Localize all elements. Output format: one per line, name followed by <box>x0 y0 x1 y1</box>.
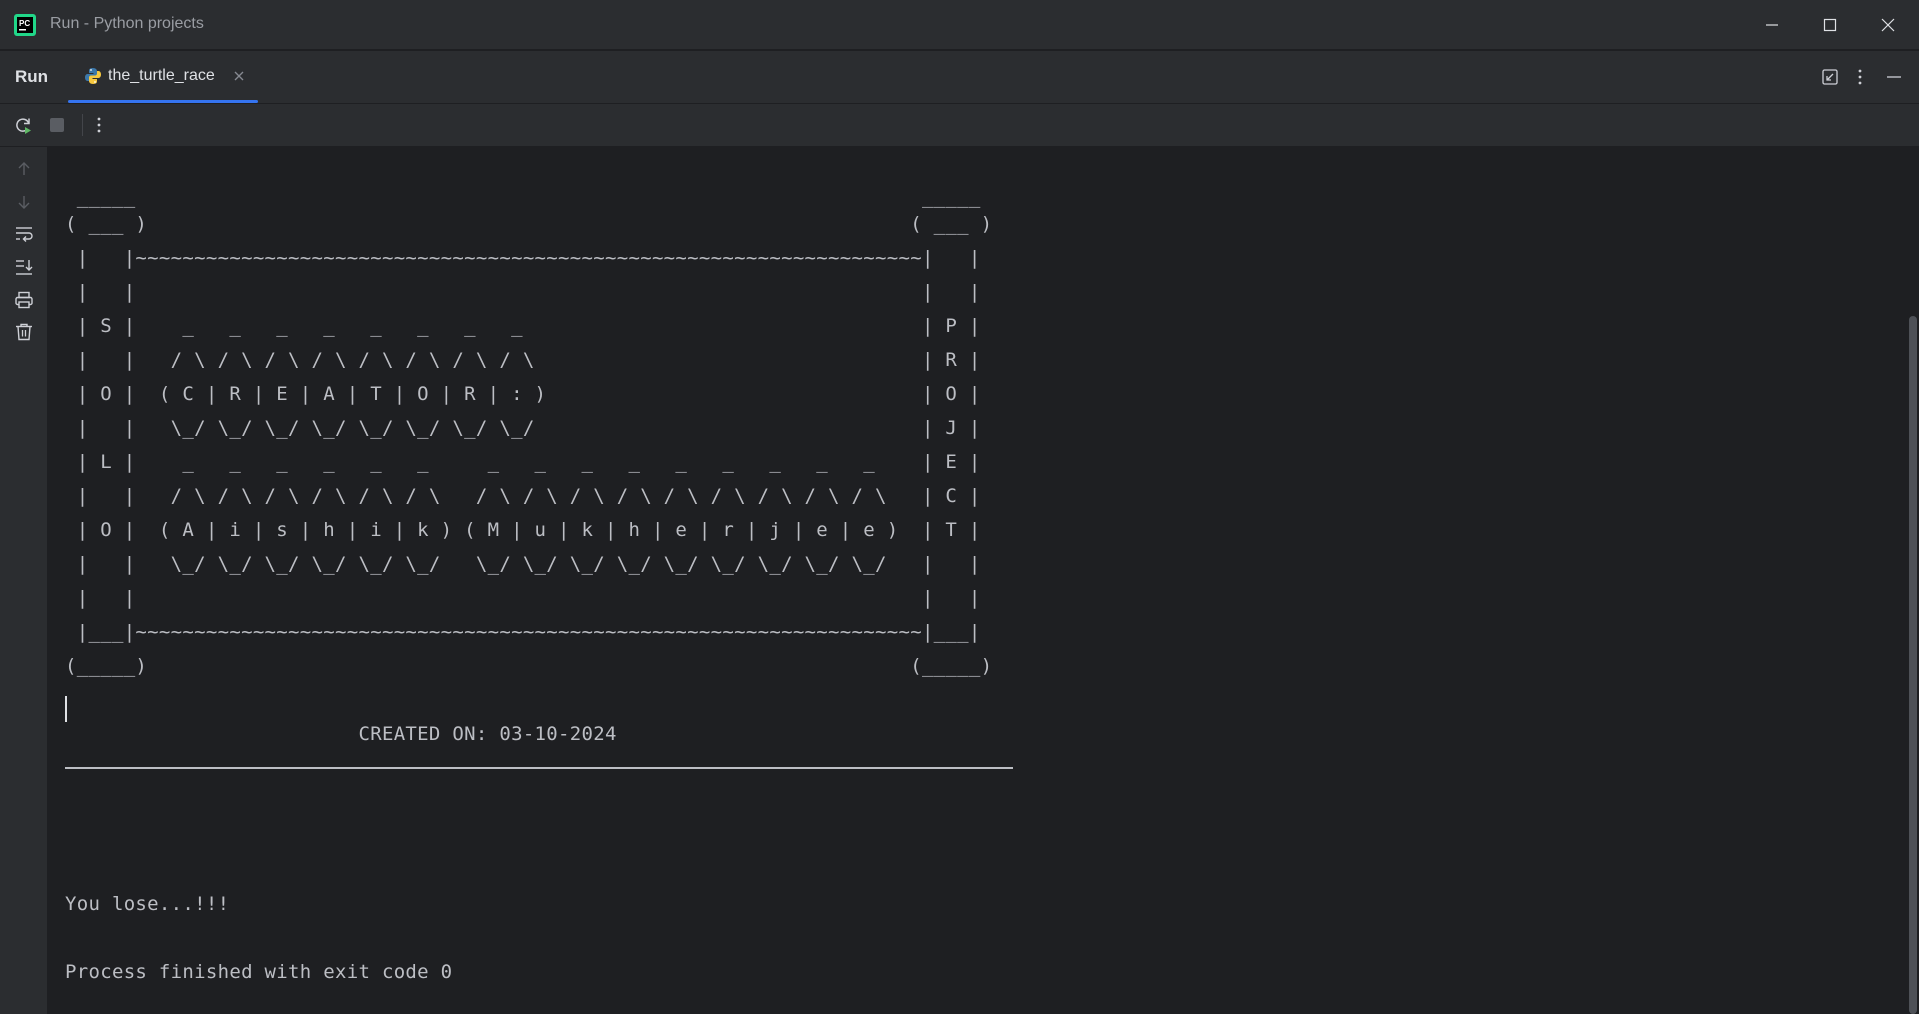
toolbar-separator <box>82 114 83 136</box>
console-line: _____ _____ <box>65 186 981 208</box>
console-scrollbar[interactable] <box>1909 316 1917 1014</box>
run-tool-window-title: Run <box>15 67 49 86</box>
text-caret <box>65 696 67 722</box>
trash-icon[interactable] <box>14 322 34 342</box>
console-side-toolbar <box>0 147 48 1014</box>
created-on-line: CREATED ON: 03-10-2024 <box>65 723 617 745</box>
maximize-button[interactable] <box>1812 10 1848 40</box>
more-vertical-icon[interactable] <box>89 115 109 135</box>
window-title: Run - Python projects <box>50 15 204 32</box>
console-line: | | \_/ \_/ \_/ \_/ \_/ \_/ \_/ \_/ \_/ … <box>65 553 981 575</box>
soft-wrap-icon[interactable] <box>14 224 34 244</box>
python-icon <box>85 68 101 84</box>
close-icon <box>1881 18 1895 32</box>
run-toolbar <box>0 104 1919 147</box>
process-exit-message: Process finished with exit code 0 <box>65 961 453 983</box>
run-tool-window-header: Run the_turtle_race <box>0 51 1919 104</box>
console-output[interactable]: _____ _____ ( ___ ) ( ___ ) | |~~~~~~~~~… <box>48 147 1919 1014</box>
pycharm-logo-icon: PC <box>14 14 36 36</box>
tab-the-turtle-race[interactable]: the_turtle_race <box>68 51 258 103</box>
maximize-icon <box>1823 18 1837 32</box>
close-window-button[interactable] <box>1870 10 1906 40</box>
console-line: | | | | <box>65 281 981 303</box>
minimize-icon <box>1766 24 1778 26</box>
console-line: | | | | <box>65 587 981 609</box>
print-icon[interactable] <box>14 290 34 310</box>
console-line: | O | ( A | i | s | h | i | k ) ( M | u … <box>65 519 981 541</box>
svg-text:PC: PC <box>19 19 30 28</box>
console-line: (_____) (_____) <box>65 655 993 677</box>
tab-label: the_turtle_race <box>108 67 215 84</box>
console-line: ( ___ ) ( ___ ) <box>65 213 993 235</box>
stop-icon[interactable] <box>47 115 67 135</box>
active-tab-indicator <box>68 100 258 103</box>
separator-line <box>65 767 1013 769</box>
console-line: | L | _ _ _ _ _ _ _ _ _ _ _ _ _ _ _ | E … <box>65 451 981 473</box>
arrow-up-icon[interactable] <box>14 159 34 179</box>
console-line: | O | ( C | R | E | A | T | O | R | : ) … <box>65 383 981 405</box>
title-bar: PC Run - Python projects <box>0 0 1919 50</box>
console-line: | | / \ / \ / \ / \ / \ / \ / \ / \ | R … <box>65 349 981 371</box>
scroll-to-end-icon[interactable] <box>14 257 34 277</box>
minimize-button[interactable] <box>1754 10 1790 40</box>
console-line: | | / \ / \ / \ / \ / \ / \ / \ / \ / \ … <box>65 485 981 507</box>
rerun-icon[interactable] <box>13 115 33 135</box>
arrow-down-icon[interactable] <box>14 192 34 212</box>
console-line: | | \_/ \_/ \_/ \_/ \_/ \_/ \_/ \_/ | J … <box>65 417 981 439</box>
console-line: | |~~~~~~~~~~~~~~~~~~~~~~~~~~~~~~~~~~~~~… <box>65 247 981 269</box>
console-line: | S | _ _ _ _ _ _ _ _ | P | <box>65 315 981 337</box>
close-tab-icon[interactable] <box>233 70 245 82</box>
console-line: |___|~~~~~~~~~~~~~~~~~~~~~~~~~~~~~~~~~~~… <box>65 621 981 643</box>
restore-layout-icon[interactable] <box>1820 67 1840 87</box>
hide-icon[interactable] <box>1884 67 1904 87</box>
more-vertical-icon[interactable] <box>1850 67 1870 87</box>
result-message: You lose...!!! <box>65 893 230 915</box>
